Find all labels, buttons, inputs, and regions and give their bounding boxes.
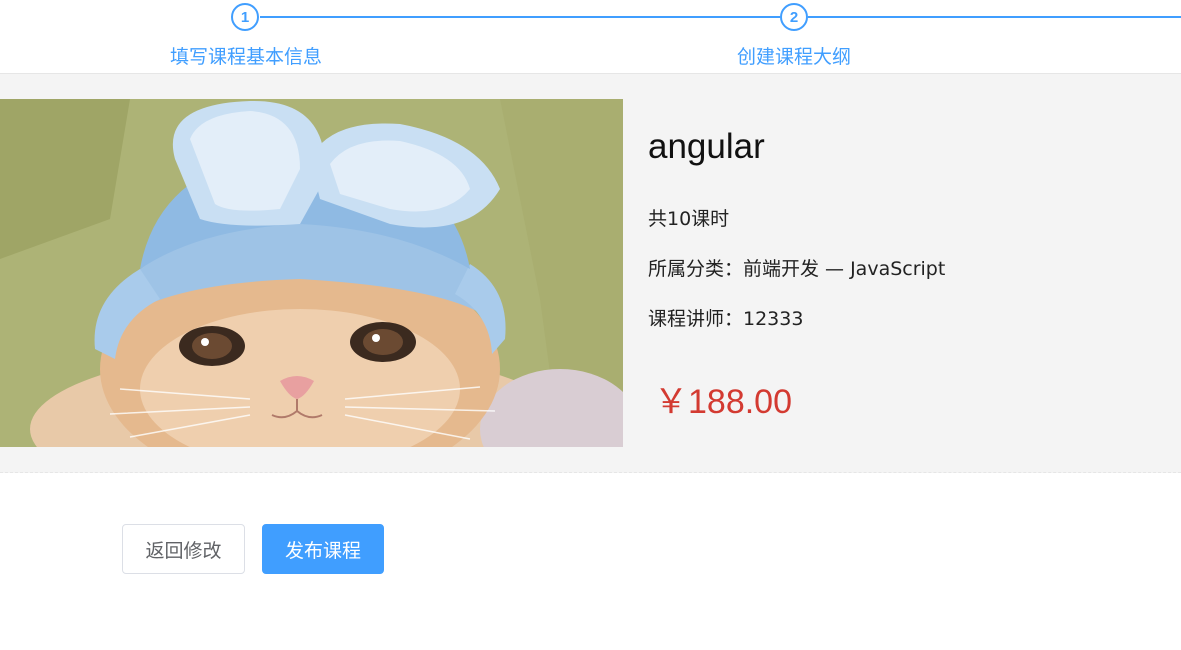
course-preview: angular 共10课时 所属分类：前端开发 — JavaScript 课程讲…	[0, 74, 1181, 473]
course-price: ￥188.00	[654, 383, 792, 421]
publish-course-button[interactable]: 发布课程	[262, 524, 384, 574]
steps-bar: 1 填写课程基本信息 2 创建课程大纲	[0, 0, 1181, 74]
step-connector-1	[260, 16, 780, 18]
back-edit-button[interactable]: 返回修改	[122, 524, 245, 574]
step-2-icon: 2	[780, 3, 808, 31]
course-category: 所属分类：前端开发 — JavaScript	[648, 258, 946, 280]
step-connector-2	[808, 16, 1181, 18]
course-title: angular	[648, 127, 765, 166]
course-lessons: 共10课时	[648, 208, 730, 230]
step-1-title: 填写课程基本信息	[169, 46, 322, 68]
step-1-icon: 1	[231, 3, 259, 31]
step-2-title: 创建课程大纲	[736, 46, 851, 68]
course-cover-image	[0, 99, 623, 447]
course-teacher: 课程讲师：12333	[648, 308, 804, 330]
